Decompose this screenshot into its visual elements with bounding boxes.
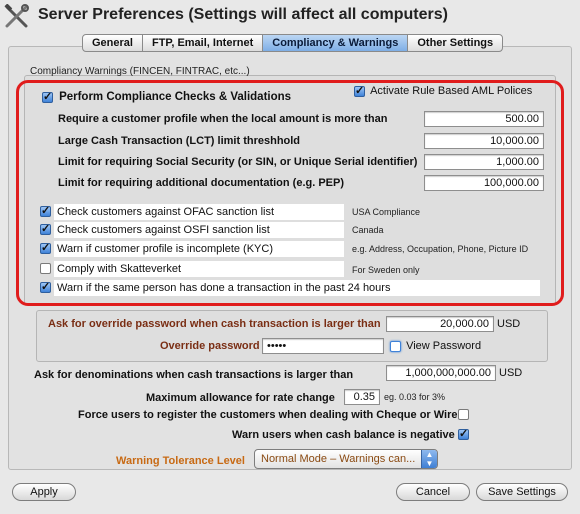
rate-change-label: Maximum allowance for rate change <box>146 392 335 404</box>
override-threshold-label: Ask for override password when cash tran… <box>48 318 381 330</box>
tab-other-settings[interactable]: Other Settings <box>408 35 502 51</box>
save-settings-button[interactable]: Save Settings <box>476 483 568 501</box>
tab-general[interactable]: General <box>83 35 143 51</box>
denominations-unit: USD <box>499 367 523 379</box>
view-password-row[interactable]: View Password <box>390 340 481 352</box>
view-password-label: View Password <box>406 340 482 352</box>
warn-cash-label: Warn users when cash balance is negative <box>232 429 455 441</box>
override-threshold-field[interactable]: 20,000.00 <box>386 316 494 332</box>
override-unit: USD <box>497 318 521 330</box>
tab-bar: General FTP, Email, Internet Compliancy … <box>82 34 504 52</box>
highlight-frame <box>16 80 564 306</box>
tools-icon <box>4 3 30 28</box>
force-register-checkbox[interactable] <box>458 408 469 420</box>
force-register-label: Force users to register the customers wh… <box>78 409 458 421</box>
override-password-label: Override password <box>160 340 260 352</box>
updown-arrows-icon: ▲ ▼ <box>421 450 437 468</box>
tab-compliancy-warnings[interactable]: Compliancy & Warnings <box>263 35 409 51</box>
denominations-field[interactable]: 1,000,000,000.00 <box>386 365 496 381</box>
tab-ftp-email-internet[interactable]: FTP, Email, Internet <box>143 35 264 51</box>
checkbox-icon[interactable] <box>390 340 401 352</box>
apply-button[interactable]: Apply <box>12 483 76 501</box>
checkmark-icon[interactable] <box>458 427 469 440</box>
rate-change-field[interactable]: 0.35 <box>344 389 380 405</box>
tolerance-label: Warning Tolerance Level <box>116 455 245 467</box>
tolerance-select[interactable]: Normal Mode – Warnings can... ▲ ▼ <box>254 449 438 469</box>
checkbox-icon[interactable] <box>458 408 469 420</box>
window-title: Server Preferences (Settings will affect… <box>38 6 448 23</box>
denominations-label: Ask for denominations when cash transact… <box>34 369 354 381</box>
tolerance-value: Normal Mode – Warnings can... <box>261 453 416 465</box>
compliancy-group-label: Compliancy Warnings (FINCEN, FINTRAC, et… <box>30 66 250 77</box>
warn-cash-checkbox[interactable] <box>458 427 469 440</box>
override-password-field[interactable]: ••••• <box>262 338 384 354</box>
rate-change-hint: eg. 0.03 for 3% <box>384 392 446 402</box>
cancel-button[interactable]: Cancel <box>396 483 470 501</box>
